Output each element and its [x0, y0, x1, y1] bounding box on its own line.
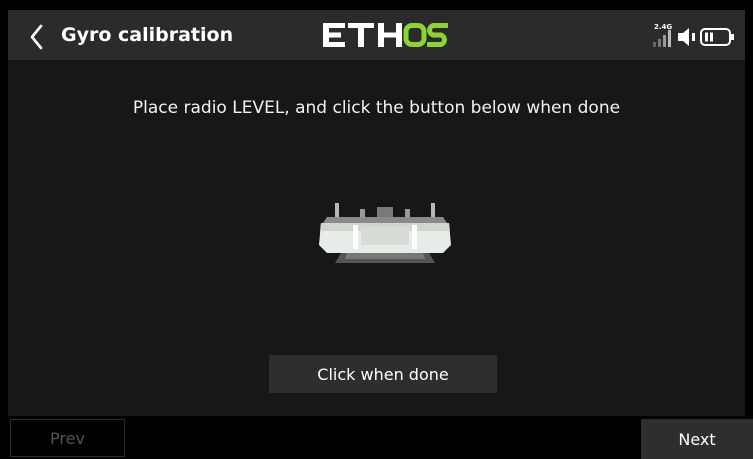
ethos-logo [323, 23, 448, 47]
signal-bars-icon [653, 30, 671, 47]
radio-transmitter-level-icon [319, 203, 451, 263]
header-bar: Gyro calibration 2.4G [8, 10, 745, 60]
back-chevron-icon [30, 24, 43, 50]
instruction-text: Place radio LEVEL, and click the button … [132, 98, 621, 118]
screen: Gyro calibration 2.4G Place radio LEVEL,… [0, 0, 753, 459]
battery-icon [700, 28, 734, 46]
prev-button[interactable]: Prev [10, 419, 125, 457]
page-title: Gyro calibration [61, 24, 234, 46]
main-panel: Place radio LEVEL, and click the button … [8, 60, 745, 416]
click-when-done-button[interactable]: Click when done [269, 355, 497, 393]
next-button[interactable]: Next [641, 419, 753, 459]
speaker-icon [678, 28, 695, 46]
back-button[interactable] [22, 22, 52, 52]
status-area: 2.4G [648, 23, 740, 50]
